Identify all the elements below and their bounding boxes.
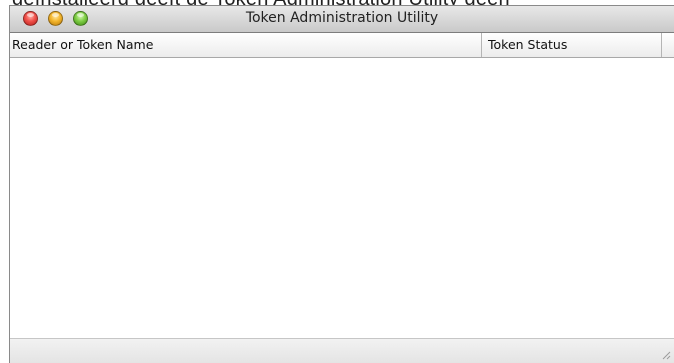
token-admin-window: Token Administration Utility Reader or T… xyxy=(9,5,674,363)
token-list[interactable] xyxy=(10,58,674,339)
title-bar[interactable]: Token Administration Utility xyxy=(10,6,674,33)
table-header: Reader or Token Name Token Status xyxy=(10,33,674,58)
column-header-reader-or-token-name[interactable]: Reader or Token Name xyxy=(10,33,482,57)
window-title: Token Administration Utility xyxy=(245,10,439,26)
column-header-token-status[interactable]: Token Status xyxy=(482,33,662,57)
status-bar xyxy=(10,338,674,363)
resize-grip-icon[interactable] xyxy=(661,350,671,360)
